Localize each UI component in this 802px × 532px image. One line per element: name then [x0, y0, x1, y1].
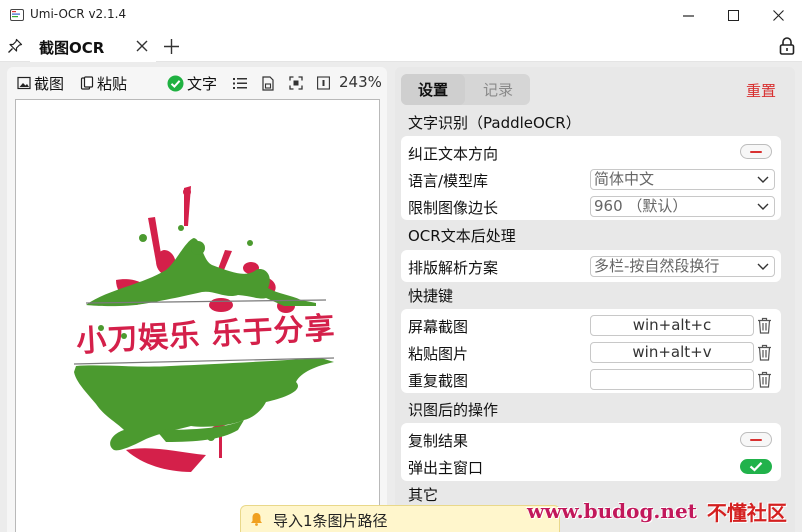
popup-window-label: 弹出主窗口 — [408, 459, 484, 477]
section-title-hotkeys: 快捷键 — [408, 287, 454, 305]
fit-window-icon[interactable] — [289, 76, 303, 90]
popup-window-toggle[interactable] — [740, 459, 772, 474]
close-window-button[interactable] — [755, 0, 801, 31]
trash-icon[interactable] — [757, 371, 772, 388]
image-toolbar: 截图 粘贴 文字 243% — [7, 67, 387, 99]
watermark: www.budog.net 不懂社区 — [527, 497, 787, 525]
panel-tab-switcher: 设置 记录 — [401, 74, 530, 105]
maximize-button[interactable] — [710, 0, 756, 31]
settings-panel: 设置 记录 重置 文字识别（PaddleOCR） 纠正文本方向 语言/模型库 简… — [395, 67, 795, 532]
tab-bar: 截图OCR — [0, 31, 802, 62]
correct-direction-toggle[interactable] — [740, 144, 772, 159]
tab-screenshot-ocr[interactable]: 截图OCR — [30, 31, 156, 62]
minimize-icon — [682, 14, 694, 17]
zoom-level: 243% — [339, 73, 382, 91]
main-area: 截图 粘贴 文字 243% 小刀娱乐 乐于分享 设置 记录 重置 文字识别（Pa… — [0, 62, 802, 532]
list-icon[interactable] — [233, 77, 247, 90]
text-toggle-button[interactable]: 文字 — [167, 71, 217, 95]
watermark-text: 不懂社区 — [706, 500, 787, 525]
section-title-ocr: 文字识别（PaddleOCR） — [408, 114, 581, 132]
paste-button[interactable]: 粘贴 — [80, 71, 127, 95]
tab-label: 截图OCR — [39, 39, 105, 57]
check-circle-icon — [167, 75, 184, 91]
reset-button[interactable]: 重置 — [746, 80, 776, 101]
toggle-off-icon — [750, 151, 762, 153]
limit-size-select[interactable]: 960 （默认） — [590, 196, 775, 217]
postprocess-card: 排版解析方案 多栏-按自然段换行 — [401, 250, 781, 282]
language-value: 简体中文 — [594, 170, 655, 188]
paste-label: 粘贴 — [97, 74, 128, 93]
hotkey-input-screenshot[interactable]: win+alt+c — [590, 315, 754, 336]
language-label: 语言/模型库 — [408, 172, 489, 190]
text-toggle-label: 文字 — [187, 74, 218, 93]
screenshot-label: 截图 — [34, 74, 65, 93]
copy-result-label: 复制结果 — [408, 432, 469, 450]
logo-caption: 小刀娱乐 乐于分享 — [75, 311, 336, 360]
minimize-button[interactable] — [665, 0, 711, 31]
screenshot-icon — [17, 76, 31, 90]
title-bar: Umi-OCR v2.1.4 — [0, 0, 802, 31]
image-canvas[interactable]: 小刀娱乐 乐于分享 — [15, 99, 380, 532]
hotkey-label-screenshot: 屏幕截图 — [408, 318, 469, 336]
chevron-down-icon — [757, 263, 769, 270]
checkmark-icon — [749, 462, 763, 472]
bell-icon — [251, 513, 262, 526]
add-tab-icon[interactable] — [163, 38, 180, 55]
window-title: Umi-OCR v2.1.4 — [30, 7, 127, 21]
chevron-down-icon — [757, 176, 769, 183]
limit-size-value: 960 （默认） — [594, 197, 688, 215]
lock-icon[interactable] — [778, 36, 796, 56]
screenshot-button[interactable]: 截图 — [17, 71, 64, 95]
trash-icon[interactable] — [757, 344, 772, 361]
correct-direction-label: 纠正文本方向 — [408, 145, 499, 163]
trash-icon[interactable] — [757, 317, 772, 334]
splash-logo-image: 小刀娱乐 乐于分享 — [73, 186, 336, 472]
maximize-icon — [727, 10, 739, 21]
chevron-down-icon — [757, 203, 769, 210]
section-title-other: 其它 — [408, 486, 439, 504]
ocr-settings-card: 纠正文本方向 语言/模型库 简体中文 限制图像边长 960 （默认） — [401, 136, 781, 220]
tab-settings[interactable]: 设置 — [401, 74, 465, 105]
hotkey-input-paste[interactable]: win+alt+v — [590, 342, 754, 363]
after-actions-card: 复制结果 弹出主窗口 — [401, 423, 781, 481]
hotkey-input-repeat[interactable] — [590, 369, 754, 390]
toggle-off-icon — [750, 439, 762, 441]
toast-notification: 导入1条图片路径 — [240, 505, 560, 532]
tab-records[interactable]: 记录 — [466, 74, 530, 105]
layout-scheme-select[interactable]: 多栏-按自然段换行 — [590, 256, 775, 277]
toast-text: 导入1条图片路径 — [273, 512, 388, 530]
section-title-postprocess: OCR文本后处理 — [408, 227, 516, 245]
pin-icon[interactable] — [7, 38, 23, 54]
hotkey-label-repeat: 重复截图 — [408, 372, 469, 390]
app-icon — [10, 9, 24, 21]
hotkeys-card: 屏幕截图 win+alt+c 粘贴图片 win+alt+v 重复截图 — [401, 309, 781, 393]
image-panel: 截图 粘贴 文字 243% 小刀娱乐 乐于分享 — [7, 67, 387, 532]
actual-size-icon[interactable] — [317, 76, 330, 90]
section-title-after: 识图后的操作 — [408, 401, 499, 419]
layout-scheme-label: 排版解析方案 — [408, 259, 499, 277]
paste-icon — [80, 76, 94, 90]
language-select[interactable]: 简体中文 — [590, 169, 775, 190]
layout-scheme-value: 多栏-按自然段换行 — [594, 257, 720, 275]
hotkey-label-paste: 粘贴图片 — [408, 345, 469, 363]
limit-size-label: 限制图像边长 — [408, 199, 499, 217]
copy-result-toggle[interactable] — [740, 432, 772, 447]
save-file-icon[interactable] — [262, 76, 274, 91]
close-icon — [772, 10, 784, 21]
tab-close-icon[interactable] — [134, 38, 150, 54]
watermark-url: www.budog.net — [527, 499, 697, 523]
